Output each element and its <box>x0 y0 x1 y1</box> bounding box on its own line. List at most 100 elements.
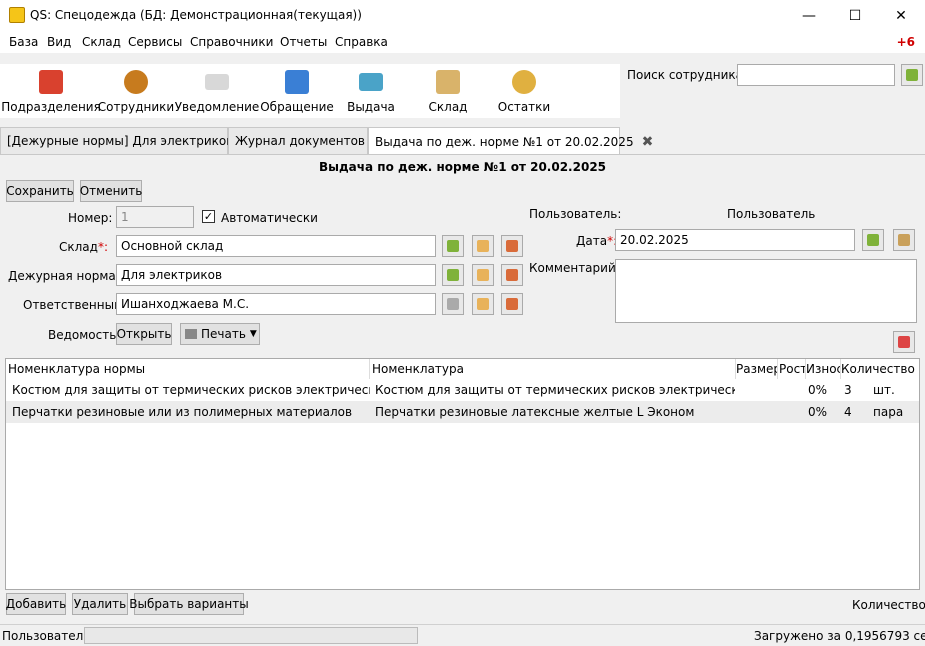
toolbar-label: Обращение <box>260 100 334 114</box>
toolbar-label: Склад <box>428 100 468 114</box>
toolbar-balances-button[interactable]: Остатки <box>498 64 550 118</box>
duty-norm-field[interactable]: Для электриков <box>116 264 436 286</box>
printer-icon <box>185 329 197 339</box>
toolbar-departments-button[interactable]: Подразделения <box>1 64 101 118</box>
document-tabs: [Дежурные нормы] Для электриков ✖ Журнал… <box>0 127 925 155</box>
comment-label: Комментарий: <box>529 261 620 275</box>
cell-norm: Костюм для защиты от термических рисков … <box>12 383 370 397</box>
cell-quantity: 4 <box>844 405 852 419</box>
close-icon[interactable]: ✖ <box>642 134 654 150</box>
toolbar-issue-button[interactable]: Выдача <box>345 64 397 118</box>
select-icon <box>447 269 459 281</box>
add-button[interactable]: Добавить <box>6 593 66 615</box>
open-norm-button[interactable] <box>472 264 494 286</box>
open-responsible-button[interactable] <box>472 293 494 315</box>
envelope-icon <box>205 74 229 90</box>
open-statement-button[interactable]: Открыть <box>116 323 172 345</box>
select-warehouse-button[interactable] <box>442 235 464 257</box>
responsible-field[interactable]: Ишанходжаева М.С. <box>116 293 436 315</box>
cell-unit: шт. <box>873 383 895 397</box>
column-header-wear[interactable]: Износ <box>806 359 841 379</box>
edit-icon <box>506 269 518 281</box>
minimize-button[interactable]: — <box>786 0 832 31</box>
select-norm-button[interactable] <box>442 264 464 286</box>
select-icon <box>447 240 459 252</box>
column-header-norm[interactable]: Номенклатура нормы <box>8 359 370 379</box>
menu-warehouse[interactable]: Склад <box>82 35 121 49</box>
date-label: Дата*: <box>576 234 618 248</box>
open-warehouse-button[interactable] <box>472 235 494 257</box>
column-header-nomenclature[interactable]: Номенклатура <box>372 359 736 379</box>
toolbar-label: Подразделения <box>1 100 101 114</box>
toolbar-label: Остатки <box>497 100 551 114</box>
menu-base[interactable]: База <box>9 35 38 49</box>
status-user: Пользователь <box>2 629 91 643</box>
tab-duty-norms[interactable]: [Дежурные нормы] Для электриков ✖ <box>0 127 253 154</box>
auto-number-checkbox[interactable]: ✓ <box>202 210 215 223</box>
toolbar-label: Выдача <box>347 100 395 114</box>
calendar-button[interactable] <box>893 229 915 251</box>
person-icon <box>906 69 918 81</box>
tab-label: [Дежурные нормы] Для электриков <box>7 134 234 148</box>
mailbox-icon <box>285 70 309 94</box>
open-icon <box>477 240 489 252</box>
cancel-button[interactable]: Отменить <box>80 180 142 202</box>
app-icon <box>9 7 25 23</box>
print-dropdown-button[interactable]: Печать ▼ <box>180 323 260 345</box>
menu-services[interactable]: Сервисы <box>128 35 182 49</box>
responsible-label: Ответственный: <box>23 298 126 312</box>
edit-warehouse-button[interactable] <box>501 235 523 257</box>
open-icon <box>477 298 489 310</box>
date-field[interactable]: 20.02.2025 <box>615 229 855 251</box>
column-header-size[interactable]: Размер <box>736 359 778 379</box>
title-bar: QS: Спецодежда (БД: Демонстрационная(тек… <box>0 0 925 31</box>
cell-quantity: 3 <box>844 383 852 397</box>
tab-documents-journal[interactable]: Журнал документов ✖ <box>228 127 385 154</box>
choose-variants-button[interactable]: Выбрать варианты <box>129 593 249 615</box>
table-row[interactable]: Перчатки резиновые или из полимерных мат… <box>6 401 919 423</box>
open-icon <box>477 269 489 281</box>
toolbar-employees-button[interactable]: Сотрудники <box>98 64 174 118</box>
save-button[interactable]: Сохранить <box>6 180 74 202</box>
items-table[interactable]: Номенклатура нормы Номенклатура Размер Р… <box>5 358 920 590</box>
edit-responsible-button[interactable] <box>501 293 523 315</box>
toolbar-notification-button[interactable]: Уведомление <box>175 64 259 118</box>
people-icon <box>124 70 148 94</box>
menu-help[interactable]: Справка <box>335 35 388 49</box>
main-toolbar: Подразделения Сотрудники Уведомление Обр… <box>0 64 620 118</box>
warehouse-label: Склад*: <box>59 240 108 254</box>
notification-badge[interactable]: +6 <box>897 35 915 49</box>
card-icon <box>359 73 383 91</box>
menu-view[interactable]: Вид <box>47 35 71 49</box>
delete-button[interactable]: Удалить <box>72 593 128 615</box>
tab-issue-document[interactable]: Выдача по деж. норме №1 от 20.02.2025 ✖ <box>368 127 653 155</box>
column-header-quantity[interactable]: Количество <box>841 359 918 379</box>
calendar-icon <box>898 234 910 246</box>
person-icon <box>867 234 879 246</box>
maximize-button[interactable]: ☐ <box>832 0 878 31</box>
search-label: Поиск сотрудника: <box>627 68 748 82</box>
chevron-down-icon: ▼ <box>249 329 257 339</box>
table-row[interactable]: Костюм для защиты от термических рисков … <box>6 379 919 401</box>
search-employee-button[interactable] <box>901 64 923 86</box>
employee-search-input[interactable] <box>737 64 895 86</box>
tab-label: Выдача по деж. норме №1 от 20.02.2025 <box>375 134 634 149</box>
close-window-button[interactable]: ✕ <box>878 0 924 31</box>
select-responsible-button[interactable] <box>442 293 464 315</box>
comment-textarea[interactable] <box>615 259 917 323</box>
column-settings-button[interactable] <box>893 331 915 353</box>
menu-references[interactable]: Справочники <box>190 35 273 49</box>
menu-reports[interactable]: Отчеты <box>280 35 327 49</box>
user-label: Пользователь: <box>529 207 622 221</box>
edit-norm-button[interactable] <box>501 264 523 286</box>
date-select-button[interactable] <box>862 229 884 251</box>
document-title: Выдача по деж. норме №1 от 20.02.2025 <box>318 160 607 174</box>
house-icon <box>39 70 63 94</box>
number-field: 1 <box>116 206 194 228</box>
toolbar-warehouse-button[interactable]: Склад <box>425 64 471 118</box>
warehouse-field[interactable]: Основной склад <box>116 235 436 257</box>
toolbar-appeal-button[interactable]: Обращение <box>260 64 334 118</box>
number-label: Номер: <box>68 211 113 225</box>
column-header-height[interactable]: Рост <box>779 359 806 379</box>
status-progress-box <box>84 627 418 644</box>
